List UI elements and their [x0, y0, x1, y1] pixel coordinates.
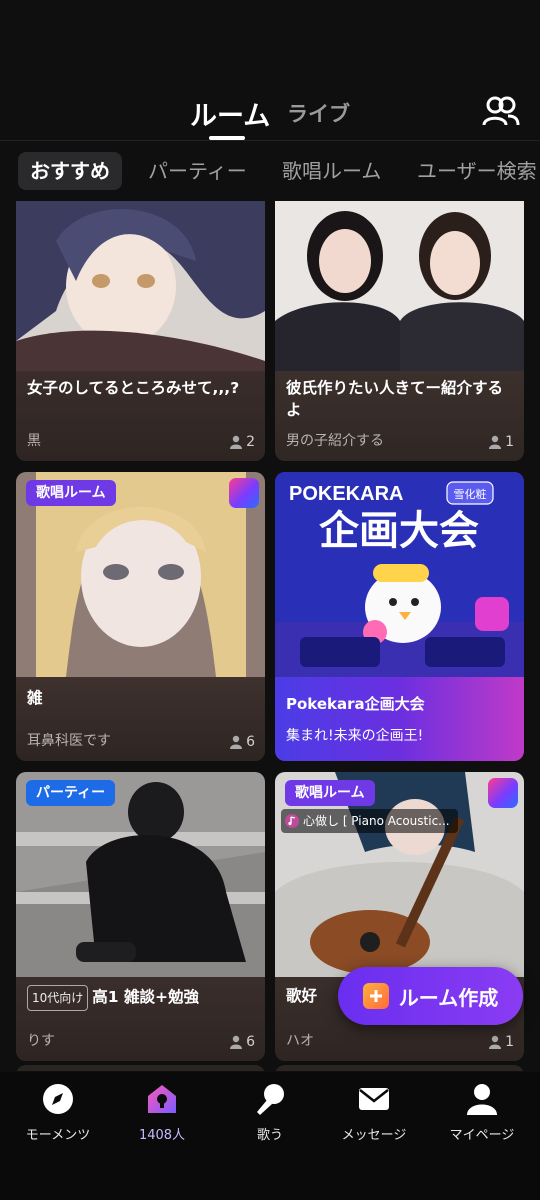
person-icon — [230, 1035, 243, 1049]
create-room-label: ルーム作成 — [398, 985, 499, 1010]
room-title-text: 高1 雑談+勉強 — [92, 988, 199, 1006]
tab-live[interactable]: ライブ — [287, 98, 350, 128]
listener-count: 6 — [229, 1034, 255, 1050]
event-card[interactable]: POKEKARA 雪化粧 企画大会 Pokekara企画大会 集まれ!未来の企画… — [275, 472, 524, 761]
house-icon — [108, 1082, 216, 1116]
event-banner: POKEKARA 雪化粧 企画大会 — [275, 472, 524, 677]
nav-moments[interactable]: モーメンツ — [4, 1082, 112, 1143]
event-subtitle: 集まれ!未来の企画王! — [286, 728, 424, 744]
plus-house-icon — [362, 983, 389, 1009]
nav-messages[interactable]: メッセージ — [320, 1082, 428, 1143]
room-host: 黒 — [27, 433, 41, 449]
room-title: 雑 — [27, 689, 43, 707]
listener-count: 1 — [488, 434, 514, 450]
user-icon — [428, 1082, 536, 1116]
card-footer: 雑 耳鼻科医です 6 — [16, 677, 265, 761]
listener-count-value: 2 — [246, 434, 255, 450]
listener-count-value: 1 — [505, 1034, 514, 1050]
nav-rooms[interactable]: 1408人 — [108, 1082, 216, 1143]
listener-count: 2 — [229, 434, 255, 450]
tab-rooms[interactable]: ルーム — [190, 94, 270, 133]
listener-count: 6 — [229, 734, 255, 750]
room-title: 彼氏作りたい人きてー紹介するよ — [286, 379, 504, 419]
song-title: 心做し [ Piano Acoustic... — [303, 814, 450, 828]
event-headline: 企画大会 — [319, 508, 479, 554]
nav-label: メッセージ — [341, 1128, 407, 1143]
bottom-nav: モーメンツ 1408人 歌う メッセージ マイページ — [0, 1072, 540, 1200]
nav-label: 歌う — [256, 1128, 283, 1143]
nav-label: マイページ — [449, 1128, 515, 1143]
room-title: 10代向け 高1 雑談+勉強 — [27, 985, 255, 1011]
mic-icon — [216, 1082, 324, 1116]
nav-label: モーメンツ — [25, 1128, 91, 1143]
room-card[interactable] — [16, 1065, 265, 1071]
person-icon — [489, 435, 502, 449]
nav-mypage[interactable]: マイページ — [428, 1082, 536, 1143]
person-icon — [489, 1035, 502, 1049]
room-card[interactable] — [275, 1065, 524, 1071]
listener-count-value: 6 — [246, 734, 255, 750]
room-type-badge: 歌唱ルーム — [26, 480, 116, 506]
room-card[interactable]: パーティー 10代向け 高1 雑談+勉強 りす 6 — [16, 772, 265, 1061]
friends-icon[interactable] — [480, 94, 522, 128]
room-host: 耳鼻科医です — [27, 733, 111, 749]
karaoke-mic-icon — [229, 478, 259, 508]
music-note-icon — [285, 814, 299, 828]
top-tabs: ルーム ライブ — [0, 90, 540, 140]
category-chips: おすすめ パーティー 歌唱ルーム ユーザー検索 — [0, 150, 540, 194]
room-card[interactable]: 女子のしてるところみせて,,,? 黒 2 — [16, 201, 265, 461]
create-room-button[interactable]: ルーム作成 — [338, 967, 523, 1025]
nav-sing[interactable]: 歌う — [216, 1082, 324, 1143]
listener-count-value: 6 — [246, 1034, 255, 1050]
karaoke-mic-icon — [488, 778, 518, 808]
listener-count: 1 — [488, 1034, 514, 1050]
listener-count-value: 1 — [505, 434, 514, 450]
chip-party[interactable]: パーティー — [148, 152, 247, 190]
room-thumbnail — [16, 201, 265, 381]
now-playing-song: 心做し [ Piano Acoustic... — [281, 809, 458, 833]
room-type-badge: パーティー — [26, 780, 116, 806]
card-footer: 10代向け 高1 雑談+勉強 りす 6 — [16, 977, 265, 1061]
room-feed[interactable]: 女子のしてるところみせて,,,? 黒 2 彼氏作りたい人きてー紹介するよ 男の子… — [0, 201, 540, 1071]
age-tag: 10代向け — [27, 985, 89, 1011]
card-footer: Pokekara企画大会 集まれ!未来の企画王! — [275, 677, 524, 761]
event-title: Pokekara企画大会 — [286, 695, 425, 713]
event-season-tag: 雪化粧 — [454, 487, 487, 501]
compass-icon — [4, 1082, 112, 1116]
person-icon — [230, 435, 243, 449]
chip-singing-room[interactable]: 歌唱ルーム — [282, 152, 381, 190]
room-thumbnail — [275, 201, 524, 381]
nav-label: 1408人 — [138, 1128, 186, 1143]
mail-icon — [320, 1082, 428, 1116]
room-host: ハオ — [286, 1033, 314, 1049]
chip-user-search[interactable]: ユーザー検索 — [417, 152, 537, 190]
person-icon — [230, 735, 243, 749]
event-brand: POKEKARA — [289, 483, 403, 505]
card-footer: 彼氏作りたい人きてー紹介するよ 男の子紹介する 1 — [275, 371, 524, 461]
room-title: 女子のしてるところみせて,,,? — [27, 379, 240, 397]
card-footer: 女子のしてるところみせて,,,? 黒 2 — [16, 371, 265, 461]
header-divider — [0, 140, 540, 141]
room-host: 男の子紹介する — [286, 433, 384, 449]
chip-recommended[interactable]: おすすめ — [18, 152, 122, 190]
room-type-badge: 歌唱ルーム — [285, 780, 375, 806]
room-host: りす — [27, 1033, 55, 1049]
room-card[interactable]: 彼氏作りたい人きてー紹介するよ 男の子紹介する 1 — [275, 201, 524, 461]
room-card[interactable]: 歌唱ルーム 雑 耳鼻科医です 6 — [16, 472, 265, 761]
